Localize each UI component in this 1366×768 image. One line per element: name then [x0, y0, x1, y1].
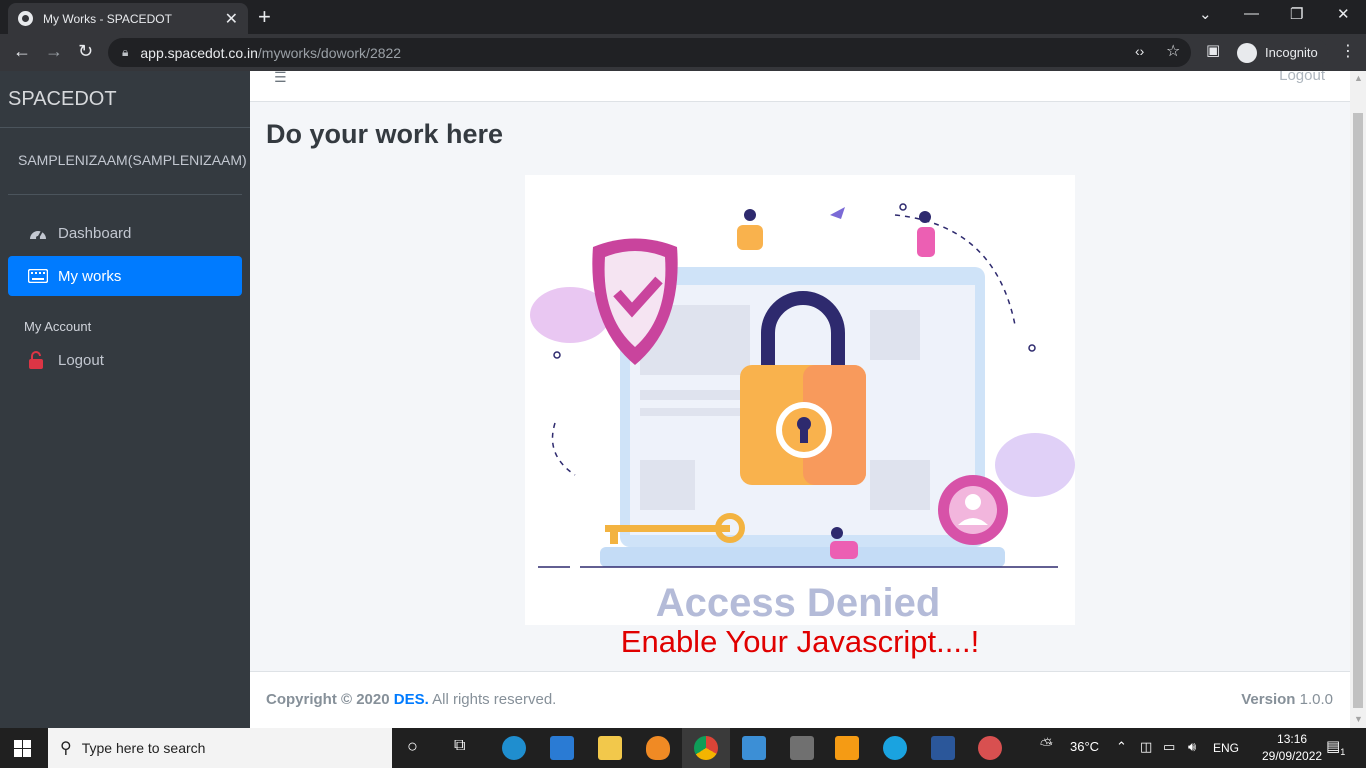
- sidebar-nav: Dashboard My works My Account Logout: [0, 213, 250, 380]
- minimize-button[interactable]: —: [1244, 5, 1259, 22]
- notification-count: 1: [1340, 747, 1346, 757]
- search-placeholder: Type here to search: [81, 740, 206, 756]
- copyright-prefix: Copyright © 2020: [266, 691, 390, 708]
- windows-start-icon[interactable]: [14, 740, 31, 757]
- incognito-label: Incognito: [1265, 45, 1318, 60]
- notification-icon[interactable]: ▤1: [1326, 737, 1345, 757]
- close-tab-icon[interactable]: ✕: [225, 9, 238, 29]
- unlock-icon: [28, 351, 48, 369]
- access-denied-illustration: Access Denied: [525, 175, 1075, 625]
- version-info: Version 1.0.0: [1241, 691, 1333, 708]
- back-arrow-icon[interactable]: ←: [13, 41, 31, 62]
- scrollbar-thumb[interactable]: [1353, 113, 1363, 708]
- close-window-button[interactable]: ✕: [1337, 5, 1350, 23]
- device-icon[interactable]: ◫: [1140, 739, 1152, 755]
- navbar-logout-link[interactable]: Logout: [1279, 71, 1325, 84]
- address-bar[interactable]: 🔒︎ app.spacedot.co.in/myworks/dowork/282…: [108, 38, 1191, 67]
- vertical-scrollbar[interactable]: ▲ ▼: [1350, 71, 1366, 728]
- sidebar: SPACEDOT SAMPLENIZAAM(SAMPLENIZAAM) Dash…: [0, 71, 250, 728]
- clock-date: 29/09/2022: [1262, 749, 1323, 763]
- enable-javascript-message: Enable Your Javascript....!: [620, 624, 980, 659]
- sidebar-item-label: Dashboard: [58, 224, 132, 242]
- windows-taskbar: ⚲ Type here to search ○ ⧉ ⛅︎ 36°C ⌃ ◫ ▭ …: [0, 728, 1366, 768]
- taskbar-search-box[interactable]: ⚲ Type here to search: [48, 728, 392, 768]
- network-icon[interactable]: ▭: [1163, 739, 1175, 755]
- weather-temp[interactable]: 36°C: [1070, 739, 1099, 754]
- sidebar-item-my-works[interactable]: My works: [8, 256, 242, 296]
- mail-icon[interactable]: [550, 736, 574, 760]
- file-explorer-icon[interactable]: [598, 736, 622, 760]
- sidebar-item-label: Logout: [58, 351, 104, 369]
- content-wrapper: ☰ Logout Do your work here Access Denied…: [250, 71, 1350, 728]
- sidebar-item-dashboard[interactable]: Dashboard: [8, 213, 242, 253]
- keyboard-icon: [28, 269, 48, 283]
- scroll-down-arrow-icon[interactable]: ▼: [1354, 714, 1363, 724]
- firefox-like-icon[interactable]: [646, 736, 670, 760]
- tools-icon[interactable]: [790, 736, 814, 760]
- sidebar-item-logout[interactable]: Logout: [8, 340, 242, 380]
- url-host: app.spacedot.co.in: [140, 44, 258, 61]
- kebab-menu-icon[interactable]: ⋮: [1340, 41, 1356, 61]
- browser-tab[interactable]: My Works - SPACEDOT ✕: [8, 3, 248, 34]
- system-clock[interactable]: 13:16 29/09/2022: [1262, 731, 1322, 765]
- tab-title: My Works - SPACEDOT: [43, 11, 172, 26]
- tab-search-icon[interactable]: ⌄: [1199, 5, 1212, 23]
- page-viewport: SPACEDOT SAMPLENIZAAM(SAMPLENIZAAM) Dash…: [0, 71, 1366, 728]
- globe-icon: [18, 11, 33, 26]
- version-value: 1.0.0: [1299, 691, 1333, 708]
- reload-icon[interactable]: ↻: [78, 41, 93, 62]
- weather-icon[interactable]: ⛅︎: [1040, 737, 1053, 755]
- forward-arrow-icon[interactable]: →: [45, 41, 63, 62]
- copyright-text: Copyright © 2020 DES. All rights reserve…: [266, 691, 556, 708]
- access-denied-caption: Access Denied: [656, 581, 941, 625]
- clock-time: 13:16: [1277, 732, 1308, 746]
- page-footer: Copyright © 2020 DES. All rights reserve…: [250, 671, 1350, 728]
- search-icon: ⚲: [60, 740, 72, 757]
- new-tab-button[interactable]: +: [258, 4, 271, 30]
- lock-icon[interactable]: 🔒︎: [122, 45, 128, 60]
- cortana-icon[interactable]: ○: [407, 736, 418, 757]
- edge-icon[interactable]: [502, 736, 526, 760]
- chrome-icon[interactable]: [694, 736, 718, 760]
- top-navbar: ☰ Logout: [250, 71, 1350, 102]
- skype-icon[interactable]: [883, 736, 907, 760]
- rights-text: All rights reserved.: [432, 691, 557, 708]
- incognito-indicator[interactable]: Incognito: [1231, 39, 1328, 66]
- browser-toolbar: ← → ↻ 🔒︎ app.spacedot.co.in/myworks/dowo…: [0, 34, 1366, 71]
- incognito-icon: [1237, 42, 1257, 63]
- scroll-up-arrow-icon[interactable]: ▲: [1354, 73, 1363, 83]
- sidebar-item-label: My works: [58, 267, 122, 285]
- brand-link[interactable]: SPACEDOT: [0, 71, 250, 128]
- tray-overflow-icon[interactable]: ⌃: [1116, 739, 1127, 755]
- side-panel-icon[interactable]: ▣: [1206, 41, 1220, 59]
- bookmark-star-icon[interactable]: ☆: [1166, 41, 1180, 61]
- site-settings-icon[interactable]: ‹›: [1135, 43, 1144, 59]
- store-icon[interactable]: [742, 736, 766, 760]
- restore-button[interactable]: ❐: [1290, 5, 1303, 23]
- section-header-my-account: My Account: [24, 319, 92, 334]
- version-label: Version: [1241, 691, 1296, 708]
- browser-tab-bar: My Works - SPACEDOT ✕ + ⌄ — ❐ ✕: [0, 0, 1366, 34]
- gauge-icon: [28, 225, 48, 241]
- word-icon[interactable]: [931, 736, 955, 760]
- sublime-text-icon[interactable]: [835, 736, 859, 760]
- company-link[interactable]: DES.: [394, 691, 429, 708]
- volume-icon[interactable]: 🔊︎: [1188, 739, 1196, 755]
- hamburger-menu-icon[interactable]: ☰: [274, 71, 287, 86]
- page-title: Do your work here: [266, 119, 504, 149]
- language-indicator[interactable]: ENG: [1213, 741, 1239, 755]
- task-view-icon[interactable]: ⧉: [454, 737, 465, 755]
- app-icon[interactable]: [978, 736, 1002, 760]
- user-panel-name[interactable]: SAMPLENIZAAM(SAMPLENIZAAM): [8, 128, 247, 195]
- url-path: /myworks/dowork/2822: [257, 44, 402, 61]
